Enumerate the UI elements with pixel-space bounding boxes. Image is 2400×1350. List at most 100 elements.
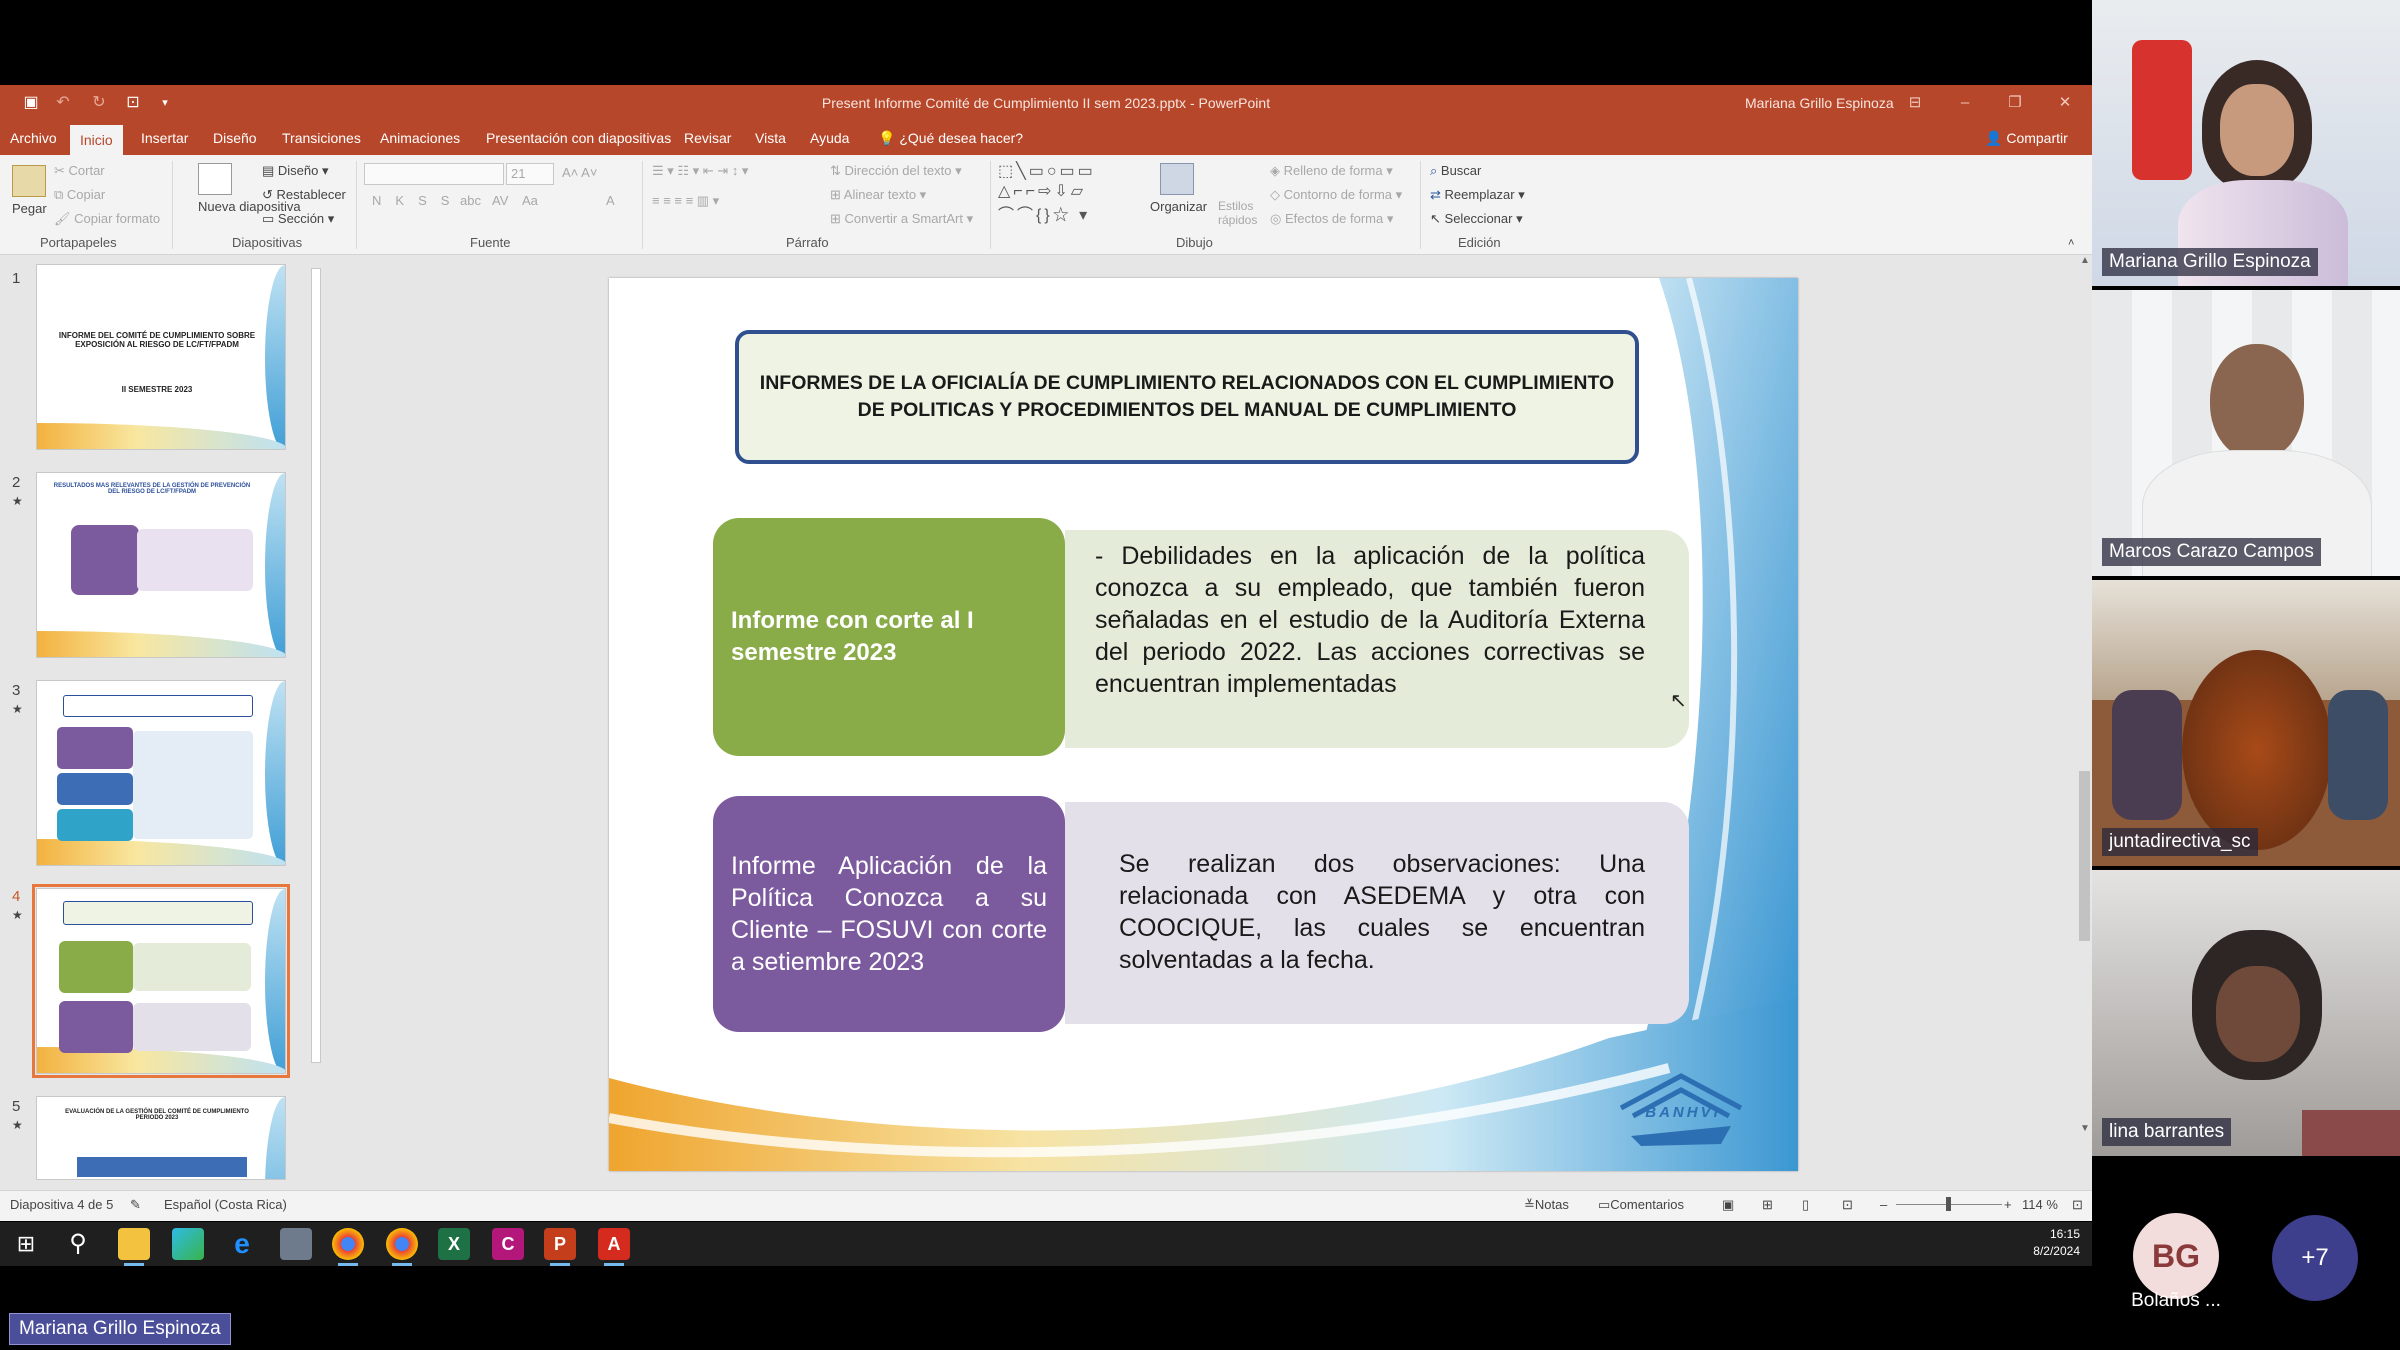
participant-tile[interactable]: Marcos Carazo Campos: [2092, 290, 2400, 576]
replace-button[interactable]: ⇄ Reemplazar ▾: [1430, 187, 1525, 203]
scrollbar-thumb[interactable]: [311, 268, 321, 1063]
slide-counter: Diapositiva 4 de 5: [10, 1197, 114, 1212]
format-painter-button[interactable]: 🖌 Copiar formato: [54, 211, 160, 227]
bullets-icon[interactable]: ☰ ▾ ☷ ▾ ⇤ ⇥ ↕ ▾: [652, 163, 748, 179]
thumbnail-scrollbar[interactable]: [309, 256, 323, 1184]
slide-thumbnail-2[interactable]: RESULTADOS MAS RELEVANTES DE LA GESTIÓN …: [36, 472, 286, 658]
slide-scrollbar[interactable]: ▲ ▼: [2077, 255, 2092, 1185]
close-icon[interactable]: ✕: [2040, 85, 2090, 121]
shape-outline-button[interactable]: ◇ Contorno de forma ▾: [1270, 187, 1402, 203]
chrome-icon[interactable]: [332, 1228, 364, 1266]
strikethrough-button[interactable]: abc: [460, 193, 481, 208]
font-name-input[interactable]: [364, 163, 504, 185]
zoom-out-icon[interactable]: –: [1880, 1191, 1887, 1219]
avatar[interactable]: BG: [2133, 1213, 2219, 1299]
paste-icon[interactable]: [12, 165, 46, 197]
notes-button[interactable]: ≚ Notas: [1524, 1191, 1569, 1219]
scroll-up-icon[interactable]: ▲: [2080, 255, 2090, 266]
edge-icon[interactable]: [172, 1228, 204, 1260]
reset-button[interactable]: ↺ Restablecer: [262, 187, 346, 203]
excel-icon[interactable]: X: [438, 1228, 470, 1260]
char-spacing-button[interactable]: AV: [492, 193, 508, 208]
tab-revisar[interactable]: Revisar: [682, 121, 733, 155]
tab-presentacion[interactable]: Presentación con diapositivas: [484, 121, 673, 155]
slide-thumbnail-5[interactable]: EVALUACIÓN DE LA GESTIÓN DEL COMITÉ DE C…: [36, 1096, 286, 1180]
powerpoint-icon[interactable]: P: [544, 1228, 576, 1266]
signed-in-user[interactable]: Mariana Grillo Espinoza: [1745, 85, 1894, 121]
tab-transiciones[interactable]: Transiciones: [280, 121, 363, 155]
system-clock[interactable]: 16:15 8/2/2024: [2033, 1226, 2080, 1260]
align-text-button[interactable]: ⊞ Alinear texto ▾: [830, 187, 926, 203]
share-button[interactable]: 👤 Compartir: [1985, 121, 2068, 155]
cut-button[interactable]: ✂ Cortar: [54, 163, 105, 179]
collapse-ribbon-icon[interactable]: ˄: [2068, 237, 2074, 249]
arrange-label[interactable]: Organizar: [1150, 199, 1207, 214]
spellcheck-icon[interactable]: ✎: [130, 1191, 141, 1219]
animation-star-icon: ★: [12, 702, 23, 716]
shape-effects-button[interactable]: ◎ Efectos de forma ▾: [1270, 211, 1393, 227]
arrange-icon[interactable]: [1160, 163, 1194, 195]
slideshow-view-icon[interactable]: ⊡: [1842, 1191, 1853, 1219]
tab-animaciones[interactable]: Animaciones: [378, 121, 462, 155]
minimize-icon[interactable]: –: [1940, 85, 1990, 121]
underline-button[interactable]: S: [418, 193, 441, 208]
layout-button[interactable]: ▤ Diseño ▾: [262, 163, 329, 179]
slide-thumbnail-1[interactable]: INFORME DEL COMITÉ DE CUMPLIMIENTO SOBRE…: [36, 264, 286, 450]
paste-label[interactable]: Pegar: [12, 201, 47, 216]
find-button[interactable]: ⌕ Buscar: [1430, 163, 1481, 179]
section-button[interactable]: ▭ Sección ▾: [262, 211, 334, 227]
slide-thumbnail-4[interactable]: [32, 884, 290, 1078]
slide-thumbnail-3[interactable]: [36, 680, 286, 866]
select-button[interactable]: ↖ Seleccionar ▾: [1430, 211, 1523, 227]
zoom-level[interactable]: 114 %: [2022, 1191, 2058, 1219]
tab-inicio[interactable]: Inicio: [70, 125, 123, 155]
font-size-input[interactable]: 21: [506, 163, 554, 185]
tab-insertar[interactable]: Insertar: [139, 121, 190, 155]
zoom-slider-handle[interactable]: [1946, 1197, 1951, 1211]
chrome-icon[interactable]: [386, 1228, 418, 1266]
shapes-gallery[interactable]: ⬚╲▭○▭▭ △⌐⌐⇨⇩▱ ⌒⌒{}☆ ▾: [998, 161, 1096, 225]
shape-fill-button[interactable]: ◈ Relleno de forma ▾: [1270, 163, 1393, 179]
reading-view-icon[interactable]: ▯: [1802, 1191, 1809, 1219]
copy-button[interactable]: ⧉ Copiar: [54, 187, 105, 203]
italic-button[interactable]: K: [395, 193, 418, 208]
tab-vista[interactable]: Vista: [753, 121, 788, 155]
normal-view-icon[interactable]: ▣: [1722, 1191, 1734, 1219]
participant-tile[interactable]: juntadirectiva_sc: [2092, 580, 2400, 866]
smartart-button[interactable]: ⊞ Convertir a SmartArt ▾: [830, 211, 973, 227]
change-case-button[interactable]: Aa: [522, 193, 538, 208]
thumb-number: 1: [12, 270, 21, 287]
tab-ayuda[interactable]: Ayuda: [808, 121, 851, 155]
sorter-view-icon[interactable]: ⊞: [1762, 1191, 1773, 1219]
row1-text-box: - Debilidades en la aplicación de la pol…: [1065, 530, 1689, 748]
tab-archivo[interactable]: Archivo: [8, 121, 59, 155]
quick-styles-button[interactable]: Estilos rápidos: [1218, 199, 1268, 227]
windows-start-icon[interactable]: ⊞: [10, 1228, 42, 1260]
file-explorer-icon[interactable]: [118, 1228, 150, 1266]
scroll-down-icon[interactable]: ▼: [2080, 1123, 2090, 1134]
new-slide-icon[interactable]: [198, 163, 232, 195]
more-participants-button[interactable]: +7: [2272, 1215, 2358, 1301]
internet-explorer-icon[interactable]: e: [226, 1228, 258, 1260]
bold-button[interactable]: N: [372, 193, 395, 208]
restore-icon[interactable]: ❐: [1990, 85, 2040, 121]
grow-font-icon[interactable]: A˄ A˅: [562, 165, 597, 180]
fit-slide-icon[interactable]: ⊡: [2072, 1191, 2083, 1219]
scrollbar-thumb[interactable]: [2079, 771, 2090, 941]
ribbon-display-icon[interactable]: ⊟: [1890, 85, 1940, 121]
app-icon[interactable]: C: [492, 1228, 524, 1260]
zoom-in-icon[interactable]: +: [2004, 1191, 2012, 1219]
font-format-buttons[interactable]: NKSS: [372, 193, 463, 208]
acrobat-icon[interactable]: A: [598, 1228, 630, 1266]
app-icon[interactable]: [280, 1228, 312, 1260]
language[interactable]: Español (Costa Rica): [164, 1191, 287, 1219]
font-color-button[interactable]: A: [606, 193, 615, 208]
tab-diseno[interactable]: Diseño: [211, 121, 259, 155]
search-icon[interactable]: ⚲: [62, 1228, 94, 1260]
participant-tile[interactable]: lina barrantes: [2092, 870, 2400, 1156]
comments-button[interactable]: ▭ Comentarios: [1598, 1191, 1684, 1219]
align-icons[interactable]: ≡ ≡ ≡ ≡ ▥ ▾: [652, 193, 719, 209]
text-direction-button[interactable]: ⇅ Dirección del texto ▾: [830, 163, 962, 179]
participant-tile[interactable]: Mariana Grillo Espinoza: [2092, 0, 2400, 286]
tell-me-search[interactable]: 💡 ¿Qué desea hacer?: [876, 121, 1025, 155]
